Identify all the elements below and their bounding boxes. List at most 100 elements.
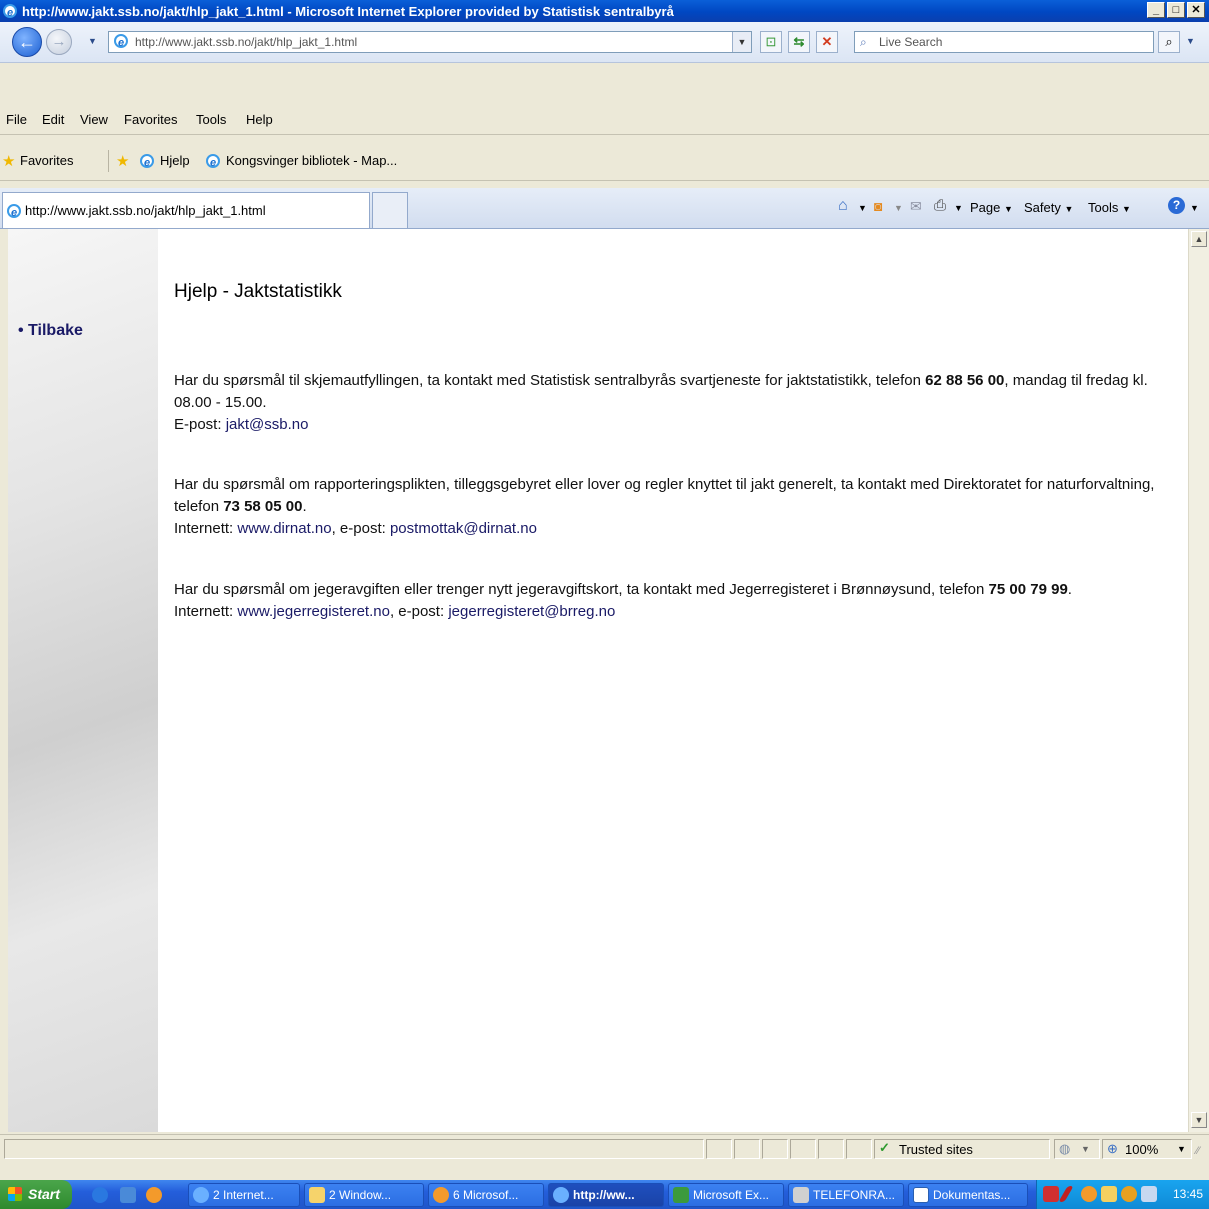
zoom-control[interactable]: ⊕ 100% ▼ [1102,1139,1192,1159]
web-link-jegerregisteret[interactable]: www.jegerregisteret.no [237,603,390,620]
tab-label: http://www.jakt.ssb.no/jakt/hlp_jakt_1.h… [25,203,266,218]
start-button[interactable]: Start [0,1180,72,1209]
help-icon[interactable]: ? [1168,197,1185,214]
page-content: Hjelp - Jaktstatistikk • Tilbake Har du … [8,229,1188,1132]
mail-icon[interactable]: ✉ [910,198,922,215]
page-title: Hjelp - Jaktstatistikk [174,281,342,302]
menu-favorites[interactable]: Favorites [124,112,177,127]
new-tab-button[interactable] [372,192,408,228]
stop-icon[interactable]: ✕ [816,31,838,53]
status-cell [846,1139,872,1159]
status-cell [818,1139,844,1159]
tools-menu-label: Tools [1088,200,1119,215]
clock[interactable]: 13:45 [1173,1187,1203,1201]
web-link-dirnat[interactable]: www.dirnat.no [237,520,331,537]
quicklaunch-outlook-icon[interactable] [146,1187,162,1203]
home-icon[interactable]: ⌂ [838,197,848,215]
taskbar-button-windows[interactable]: 2 Window... [304,1183,424,1207]
address-url: http://www.jakt.ssb.no/jakt/hlp_jakt_1.h… [135,35,358,49]
p2-text: Har du spørsmål om rapporteringsplikten,… [174,476,1155,515]
chevron-down-icon: ▼ [1004,204,1013,214]
window-title-bar[interactable]: e http://www.jakt.ssb.no/jakt/hlp_jakt_1… [0,0,1209,22]
left-sidebar-decoration [8,229,158,1132]
favorites-button[interactable]: Favorites [20,153,73,168]
menu-help[interactable]: Help [246,112,273,127]
taskbar-button-internet[interactable]: 2 Internet... [188,1183,300,1207]
scroll-up-arrow-icon[interactable]: ▲ [1191,231,1207,247]
back-button[interactable]: ← [12,27,42,57]
taskbar-label: Microsoft Ex... [693,1188,770,1202]
taskbar-label: 2 Window... [329,1188,392,1202]
refresh-icon[interactable]: ⇆ [788,31,810,53]
address-input[interactable]: e http://www.jakt.ssb.no/jakt/hlp_jakt_1… [108,31,752,53]
globe-icon: ◍ [1059,1141,1071,1156]
tray-pen-icon[interactable] [1058,1186,1074,1202]
status-cell [734,1139,760,1159]
chevron-down-icon: ▼ [1064,204,1074,214]
fav-link-kongsvinger[interactable]: Kongsvinger bibliotek - Map... [226,153,397,168]
quicklaunch-ie-icon[interactable] [92,1187,108,1203]
status-text-area [4,1139,704,1159]
tray-network-icon[interactable] [1101,1186,1117,1202]
taskbar-button-telefonra[interactable]: TELEFONRA... [788,1183,904,1207]
protected-mode-cell[interactable]: ◍ ▼ [1054,1139,1100,1159]
menu-file[interactable]: File [6,112,27,127]
email-link-ssb[interactable]: jakt@ssb.no [226,416,309,433]
excel-icon [673,1187,689,1203]
fav-link-hjelp[interactable]: Hjelp [160,153,190,168]
add-favorite-icon[interactable]: ★ [116,152,129,170]
live-search-icon: ⌕ [860,35,867,49]
home-dropdown-icon[interactable]: ▼ [858,203,867,213]
taskbar-label: Dokumentas... [933,1188,1011,1202]
vertical-scrollbar[interactable]: ▲ ▼ [1188,229,1209,1132]
menu-view[interactable]: View [80,112,108,127]
feeds-icon[interactable]: ◙ [874,198,882,214]
email-link-brreg[interactable]: jegerregisteret@brreg.no [448,603,615,620]
security-zone[interactable]: ✓ Trusted sites [874,1139,1050,1159]
resize-grip-icon[interactable]: ⁄⁄ [1196,1145,1200,1157]
window-title: http://www.jakt.ssb.no/jakt/hlp_jakt_1.h… [22,3,674,19]
close-button[interactable]: ✕ [1187,2,1205,18]
address-dropdown-icon[interactable]: ▼ [732,32,751,52]
tab-current[interactable]: e http://www.jakt.ssb.no/jakt/hlp_jakt_1… [2,192,370,228]
maximize-button[interactable]: □ [1167,2,1185,18]
status-cell [706,1139,732,1159]
forward-button[interactable]: → [46,29,72,55]
p1-phone: 62 88 56 00 [925,372,1005,389]
page-menu[interactable]: Page ▼ [970,200,1013,215]
tray-printer-icon[interactable] [1141,1186,1157,1202]
taskbar-label: http://ww... [573,1188,635,1202]
feeds-dropdown-icon[interactable]: ▼ [894,203,903,213]
taskbar-button-dokumentas[interactable]: Dokumentas... [908,1183,1028,1207]
print-icon[interactable]: ⎙ [934,197,946,214]
search-options-icon[interactable]: ▼ [1186,36,1195,46]
minimize-button[interactable]: _ [1147,2,1165,18]
menu-bar: File Edit View Favorites Tools Help [0,106,1209,135]
status-cell [762,1139,788,1159]
print-dropdown-icon[interactable]: ▼ [954,203,963,213]
help-dropdown-icon[interactable]: ▼ [1190,203,1199,213]
search-placeholder: Live Search [879,35,943,49]
search-input[interactable]: ⌕ Live Search [854,31,1154,53]
windows-taskbar: Start 2 Internet... 2 Window... 6 Micros… [0,1180,1209,1209]
tray-app-icon[interactable] [1043,1186,1059,1202]
menu-tools[interactable]: Tools [196,112,226,127]
navigation-bar: ← → ▼ e http://www.jakt.ssb.no/jakt/hlp_… [0,22,1209,63]
recent-pages-dropdown[interactable]: ▼ [88,36,97,46]
taskbar-button-microsoft[interactable]: 6 Microsof... [428,1183,544,1207]
system-tray: 13:45 [1036,1180,1209,1209]
email-link-dirnat[interactable]: postmottak@dirnat.no [390,520,537,537]
compatibility-icon[interactable]: ⊡ [760,31,782,53]
tray-monitor-icon[interactable] [1121,1186,1137,1202]
quicklaunch-desktop-icon[interactable] [120,1187,136,1203]
tray-clock-icon[interactable] [1081,1186,1097,1202]
scroll-down-arrow-icon[interactable]: ▼ [1191,1112,1207,1128]
tab-bar: e http://www.jakt.ssb.no/jakt/hlp_jakt_1… [0,188,1209,229]
safety-menu[interactable]: Safety ▼ [1024,200,1073,215]
menu-edit[interactable]: Edit [42,112,64,127]
search-button[interactable]: ⌕ [1158,31,1180,53]
back-link[interactable]: • Tilbake [18,322,83,340]
tools-menu[interactable]: Tools ▼ [1088,200,1131,215]
taskbar-button-excel[interactable]: Microsoft Ex... [668,1183,784,1207]
taskbar-button-ie-active[interactable]: http://ww... [548,1183,664,1207]
